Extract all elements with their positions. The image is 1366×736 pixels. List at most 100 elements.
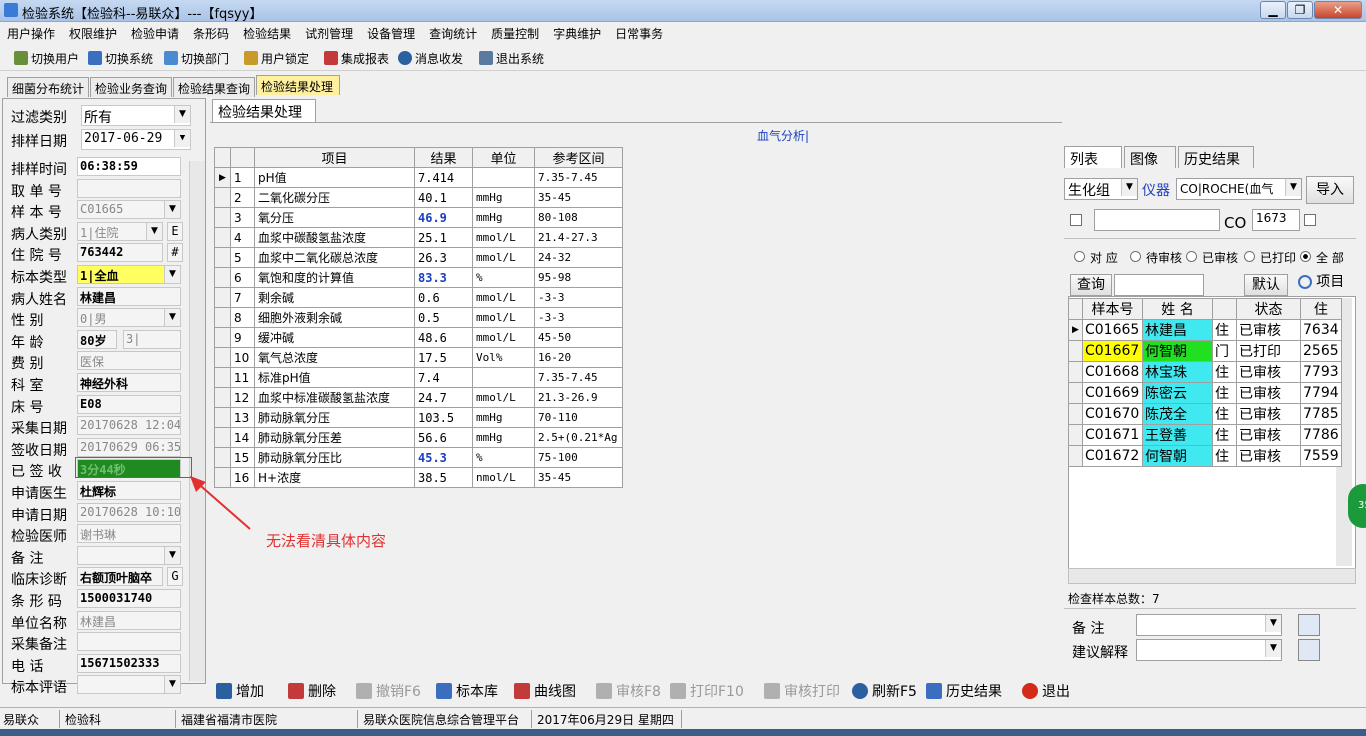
result-value[interactable]: 83.3 xyxy=(414,267,473,288)
curve-button[interactable]: 曲线图 xyxy=(514,681,576,701)
lock-user-button[interactable]: 用户锁定 xyxy=(244,49,309,67)
query-button[interactable]: 查询 xyxy=(1070,274,1112,296)
chevron-down-icon[interactable]: ▼ xyxy=(174,106,190,123)
patient-row[interactable]: C01671 王登善住已审核 7786 xyxy=(1068,424,1342,446)
result-row[interactable]: 9 缓冲碱 48.6 mmol/L 45-50 xyxy=(214,327,623,348)
result-value[interactable]: 0.5 xyxy=(414,307,473,328)
chevron-down-icon[interactable]: ▼ xyxy=(146,222,162,240)
result-value[interactable]: 7.4 xyxy=(414,367,473,388)
patient-row[interactable]: ▶ C01665 林建昌住已审核 7634 xyxy=(1068,319,1342,341)
result-row[interactable]: ▶ 1 pH值 7.414 7.35-7.45 xyxy=(214,167,623,188)
review-print-button[interactable]: 审核打印 xyxy=(764,681,840,701)
result-row[interactable]: 13 肺动脉氧分压 103.5 mmHg 70-110 xyxy=(214,407,623,428)
result-value[interactable]: 17.5 xyxy=(414,347,473,368)
result-row[interactable]: 8 细胞外液剩余碱 0.5 mmol/L -3-3 xyxy=(214,307,623,328)
result-row[interactable]: 14 肺动脉氧分压差 56.6 mmHg 2.5+(0.21*Ag xyxy=(214,427,623,448)
chevron-down-icon[interactable]: ▼ xyxy=(164,309,180,327)
advice-select[interactable]: ▼ xyxy=(1136,639,1282,661)
result-row[interactable]: 10 氧气总浓度 17.5 Vol% 16-20 xyxy=(214,347,623,368)
age-unit-select[interactable]: 3| xyxy=(123,329,181,349)
status-header[interactable]: 状态 xyxy=(1236,298,1301,320)
result-value[interactable]: 25.1 xyxy=(414,227,473,248)
tab-bacteria-stats[interactable]: 细菌分布统计 xyxy=(7,77,89,97)
result-value[interactable]: 45.3 xyxy=(414,447,473,468)
result-value[interactable]: 24.7 xyxy=(414,387,473,408)
menu-user-ops[interactable]: 用户操作 xyxy=(0,22,62,42)
field-action-button[interactable]: E xyxy=(167,221,183,241)
filter-checkbox[interactable] xyxy=(1070,214,1082,226)
import-button[interactable]: 导入 xyxy=(1306,176,1354,204)
items-button[interactable]: 项目 xyxy=(1290,272,1352,294)
filter-select[interactable]: 所有 ▼ xyxy=(81,105,191,126)
date-picker[interactable]: 2017-06-29 ▼ xyxy=(81,129,191,150)
tab-history[interactable]: 历史结果 xyxy=(1178,146,1254,168)
result-row[interactable]: 12 血浆中标准碳酸氢盐浓度 24.7 mmol/L 21.3-26.9 xyxy=(214,387,623,408)
result-row[interactable]: 3 氧分压 46.9 mmHg 80-108 xyxy=(214,207,623,228)
exit-system-button[interactable]: 退出系统 xyxy=(479,49,544,67)
result-value[interactable]: 46.9 xyxy=(414,207,473,228)
ref-header[interactable]: 参考区间 xyxy=(534,147,623,168)
horizontal-scrollbar[interactable] xyxy=(1068,568,1356,584)
result-row[interactable]: 2 二氧化碳分压 40.1 mmHg 35-45 xyxy=(214,187,623,208)
inpatient-header[interactable]: 住 xyxy=(1300,298,1342,320)
advice-edit-icon[interactable] xyxy=(1298,639,1320,661)
result-value[interactable]: 56.6 xyxy=(414,427,473,448)
default-button[interactable]: 默认 xyxy=(1244,274,1288,296)
co-checkbox[interactable] xyxy=(1304,214,1316,226)
type-header[interactable] xyxy=(1212,298,1237,320)
menu-barcode[interactable]: 条形码 xyxy=(186,22,236,42)
history-button[interactable]: 历史结果 xyxy=(926,681,1002,701)
specimen-lib-button[interactable]: 标本库 xyxy=(436,681,498,701)
patient-row[interactable]: C01669 陈密云住已审核 7794 xyxy=(1068,382,1342,404)
review-button[interactable]: 审核F8 xyxy=(596,681,661,701)
close-button[interactable]: ✕ xyxy=(1314,1,1362,19)
chevron-down-icon[interactable]: ▼ xyxy=(164,266,180,283)
result-header[interactable]: 结果 xyxy=(414,147,473,168)
menu-query-stats[interactable]: 查询统计 xyxy=(422,22,484,42)
result-value[interactable]: 40.1 xyxy=(414,187,473,208)
result-value[interactable]: 0.6 xyxy=(414,287,473,308)
result-row[interactable]: 6 氧饱和度的计算值 83.3% 95-98 xyxy=(214,267,623,288)
patient-row[interactable]: C01667 何智朝门已打印 2565 xyxy=(1068,340,1342,362)
delete-button[interactable]: 删除 xyxy=(288,681,336,701)
radio-reviewed[interactable] xyxy=(1186,251,1197,262)
menu-reagent[interactable]: 试剂管理 xyxy=(298,22,360,42)
sample-no-header[interactable]: 样本号 xyxy=(1082,298,1143,320)
field-action-button[interactable]: # xyxy=(167,243,183,263)
remark-select[interactable]: ▼ xyxy=(1136,614,1282,636)
menu-daily[interactable]: 日常事务 xyxy=(608,22,670,42)
query-input[interactable] xyxy=(1114,274,1204,296)
maximize-button[interactable]: ❐ xyxy=(1287,1,1313,19)
menu-permissions[interactable]: 权限维护 xyxy=(62,22,124,42)
result-row[interactable]: 5 血浆中二氧化碳总浓度 26.3 mmol/L 24-32 xyxy=(214,247,623,268)
result-row[interactable]: 16 H+浓度 38.5 nmol/L 35-45 xyxy=(214,467,623,488)
undo-button[interactable]: 撤销F6 xyxy=(356,681,421,701)
chevron-down-icon[interactable]: ▼ xyxy=(164,546,180,564)
tab-image[interactable]: 图像 xyxy=(1124,146,1176,168)
exit-button[interactable]: 退出 xyxy=(1022,681,1070,701)
report-button[interactable]: 集成报表 xyxy=(324,49,389,67)
item-header[interactable]: 项目 xyxy=(254,147,415,168)
radio-match[interactable] xyxy=(1074,251,1085,262)
tab-business-query[interactable]: 检验业务查询 xyxy=(90,77,172,97)
field-action-button[interactable]: G xyxy=(167,567,183,587)
patient-row[interactable]: C01668 林宝珠住已审核 7793 xyxy=(1068,361,1342,383)
result-value[interactable]: 103.5 xyxy=(414,407,473,428)
result-value[interactable]: 26.3 xyxy=(414,247,473,268)
group-select[interactable]: 生化组 ▼ xyxy=(1064,178,1138,200)
floating-badge[interactable]: 35 xyxy=(1348,484,1366,528)
minimize-button[interactable]: ▁ xyxy=(1260,1,1286,19)
left-scrollbar[interactable] xyxy=(189,161,205,681)
menu-quality[interactable]: 质量控制 xyxy=(484,22,546,42)
radio-printed[interactable] xyxy=(1244,251,1255,262)
patient-row[interactable]: C01670 陈茂全住已审核 7785 xyxy=(1068,403,1342,425)
result-row[interactable]: 15 肺动脉氧分压比 45.3% 75-100 xyxy=(214,447,623,468)
radio-all[interactable] xyxy=(1300,251,1311,262)
menu-lab-result[interactable]: 检验结果 xyxy=(236,22,298,42)
chevron-down-icon[interactable]: ▼ xyxy=(1285,179,1301,196)
chevron-down-icon[interactable]: ▼ xyxy=(1121,179,1137,196)
result-value[interactable]: 7.414 xyxy=(414,167,473,188)
instrument-select[interactable]: CO|ROCHE(血气 ▼ xyxy=(1176,178,1302,200)
result-value[interactable]: 48.6 xyxy=(414,327,473,348)
chevron-down-icon[interactable]: ▼ xyxy=(164,201,180,219)
